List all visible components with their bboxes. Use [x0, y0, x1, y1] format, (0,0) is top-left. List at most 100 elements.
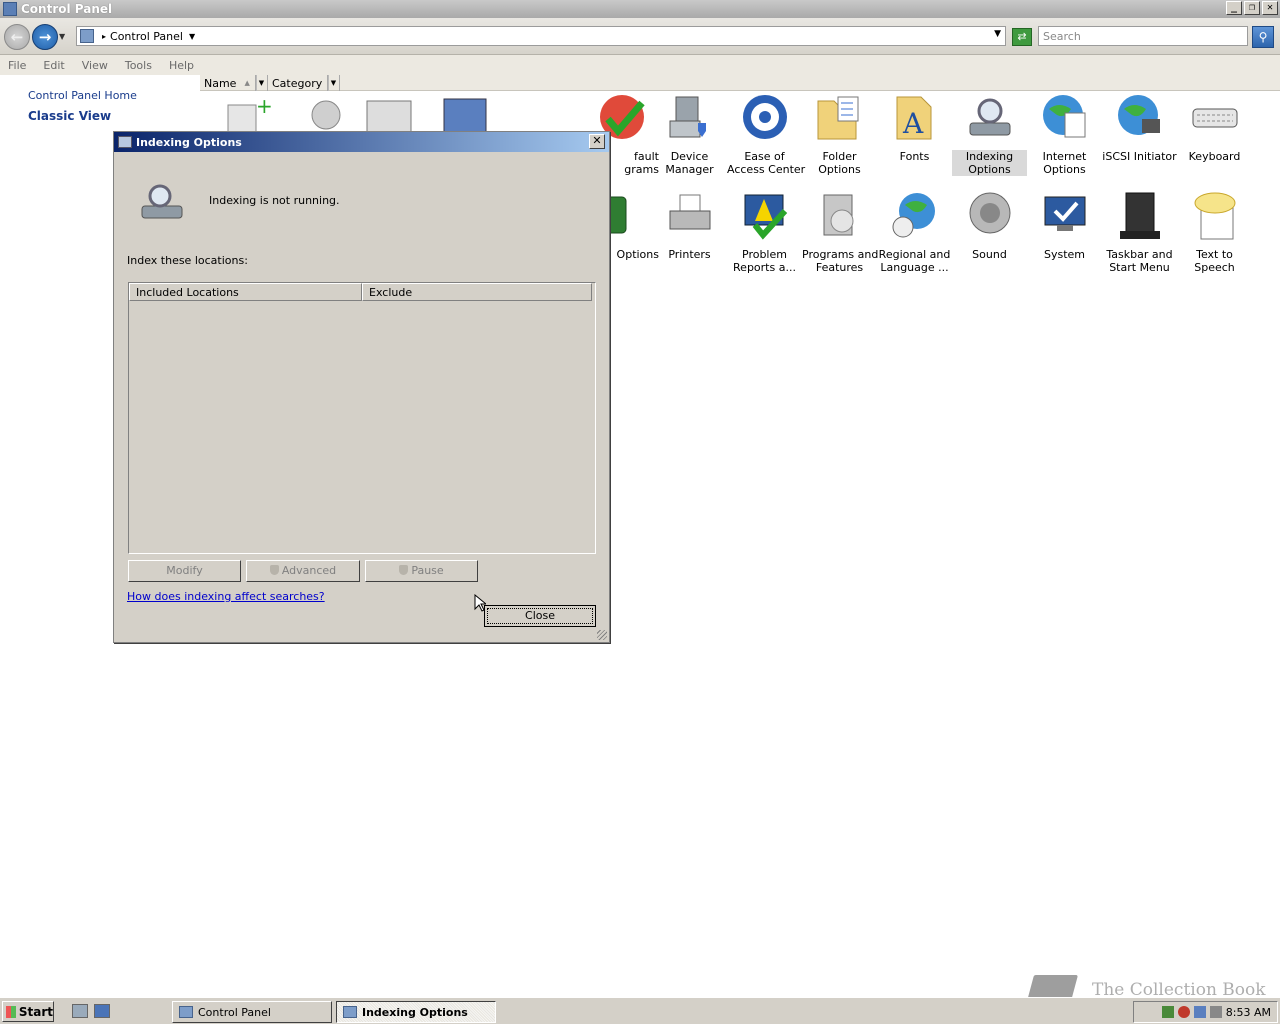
item-iscsi-initiator[interactable]: iSCSI Initiator: [1102, 93, 1177, 163]
item-ease-of-access[interactable]: Ease of Access Center: [727, 93, 805, 176]
address-dropdown-icon[interactable]: ▼: [994, 29, 1001, 39]
item-printers[interactable]: Printers: [652, 191, 727, 261]
menu-edit[interactable]: Edit: [43, 59, 64, 72]
address-field[interactable]: ▸ Control Panel ▼ ▼: [76, 26, 1006, 46]
menu-view[interactable]: View: [82, 59, 108, 72]
item-sound[interactable]: Sound: [952, 191, 1027, 261]
indexing-status-icon: [141, 184, 183, 219]
item-label: Folder Options: [818, 150, 861, 176]
item-label: System: [1043, 248, 1086, 261]
address-toolbar: ← → ▼ ▸ Control Panel ▼ ▼ ⇄ Search ⚲: [0, 18, 1280, 55]
item-indexing-options[interactable]: Indexing Options: [952, 93, 1027, 176]
iscsi-initiator-icon: [1117, 95, 1160, 135]
programs-features-icon: [823, 194, 853, 236]
filter-dropdown-icon: ▼: [328, 75, 338, 91]
internet-options-icon: [1042, 95, 1085, 138]
forward-arrow-icon: →: [38, 28, 52, 46]
taskbar-item-control-panel[interactable]: Control Panel: [172, 1001, 332, 1023]
window-titlebar[interactable]: Control Panel _ ❐ ✕: [0, 0, 1280, 18]
search-input[interactable]: Search: [1038, 26, 1248, 46]
advanced-button[interactable]: Advanced: [246, 560, 360, 582]
display-icon[interactable]: [1193, 1006, 1206, 1018]
classic-view-link[interactable]: Classic View: [28, 109, 111, 123]
device-manager-icon: [669, 96, 706, 138]
item-label: Sound: [972, 248, 1007, 261]
item-taskbar-start-menu[interactable]: Taskbar and Start Menu: [1102, 191, 1177, 274]
column-exclude[interactable]: Exclude: [362, 283, 592, 301]
indexing-options-icon: [118, 136, 132, 148]
item-device-manager[interactable]: Device Manager: [652, 93, 727, 176]
back-arrow-icon: ←: [10, 28, 24, 46]
filter-dropdown-icon: ▼: [256, 75, 266, 91]
restore-button[interactable]: ❐: [1244, 1, 1260, 15]
svg-text:+: +: [256, 95, 273, 118]
item-label: iSCSI Initiator: [1102, 150, 1177, 163]
close-button[interactable]: Close: [484, 605, 596, 627]
column-name[interactable]: Name ▲: [200, 75, 256, 91]
item-text-to-speech[interactable]: Text to Speech: [1177, 191, 1252, 274]
item-label: Taskbar and Start Menu: [1106, 248, 1173, 274]
column-name-filter[interactable]: ▼: [256, 75, 268, 91]
menu-bar: File Edit View Tools Help: [0, 55, 1280, 75]
start-label: Start: [18, 1004, 53, 1019]
window-controls: _ ❐ ✕: [1226, 1, 1278, 15]
refresh-button[interactable]: ⇄: [1012, 28, 1032, 46]
uac-shield-icon: [399, 565, 409, 575]
search-button[interactable]: ⚲: [1252, 26, 1274, 48]
column-included-locations[interactable]: Included Locations: [129, 283, 362, 301]
system-icon: [1044, 196, 1085, 231]
item-keyboard[interactable]: Keyboard: [1177, 93, 1252, 163]
show-desktop-icon[interactable]: [94, 1004, 110, 1018]
item-fonts[interactable]: A Fonts: [877, 93, 952, 163]
item-label: Programs and Features: [802, 248, 879, 274]
uac-shield-icon: [269, 565, 279, 575]
menu-file[interactable]: File: [8, 59, 26, 72]
menu-help[interactable]: Help: [169, 59, 194, 72]
resize-grip-icon[interactable]: [597, 630, 607, 640]
control-panel-home-link[interactable]: Control Panel Home: [28, 89, 137, 102]
folder-options-icon: [817, 96, 858, 140]
indexing-options-icon: [343, 1006, 357, 1018]
security-alert-icon[interactable]: [1177, 1006, 1190, 1018]
item-label: Keyboard: [1188, 150, 1241, 163]
clock[interactable]: 8:53 AM: [1226, 1006, 1271, 1019]
minimize-button[interactable]: _: [1226, 1, 1242, 15]
indexing-help-link[interactable]: How does indexing affect searches?: [127, 590, 325, 603]
column-category[interactable]: Category: [268, 75, 328, 91]
taskbar-item-indexing-options[interactable]: Indexing Options: [336, 1001, 496, 1023]
sort-ascending-icon: ▲: [244, 79, 250, 87]
breadcrumb-dropdown-icon[interactable]: ▼: [189, 32, 195, 41]
item-problem-reports[interactable]: Problem Reports a...: [727, 191, 802, 274]
control-panel-icon: [179, 1006, 193, 1018]
start-button[interactable]: Start: [2, 1001, 54, 1022]
menu-tools[interactable]: Tools: [125, 59, 152, 72]
pause-button[interactable]: Pause: [365, 560, 478, 582]
breadcrumb-control-panel[interactable]: Control Panel: [110, 30, 183, 43]
volume-muted-icon[interactable]: [1209, 1006, 1222, 1018]
forward-button[interactable]: →: [32, 24, 58, 50]
dialog-close-icon[interactable]: ✕: [589, 134, 605, 149]
fonts-icon: A: [896, 96, 931, 140]
back-button[interactable]: ←: [4, 24, 30, 50]
item-folder-options[interactable]: Folder Options: [802, 93, 877, 176]
close-window-button[interactable]: ✕: [1262, 1, 1278, 15]
item-programs-features[interactable]: Programs and Features: [802, 191, 879, 274]
item-regional-language[interactable]: Regional and Language ...: [877, 191, 952, 274]
task-label: Indexing Options: [362, 1005, 468, 1019]
network-icon[interactable]: [1161, 1006, 1174, 1018]
item-internet-options[interactable]: Internet Options: [1027, 93, 1102, 176]
included-locations-list[interactable]: Included Locations Exclude: [128, 282, 596, 554]
history-dropdown-icon[interactable]: ▼: [59, 32, 65, 41]
dialog-title: Indexing Options: [136, 135, 242, 149]
item-system[interactable]: System: [1027, 191, 1102, 261]
advanced-button-label: Advanced: [281, 564, 337, 577]
column-category-filter[interactable]: ▼: [328, 75, 340, 91]
window-title: Control Panel: [21, 2, 113, 16]
item-label: Device Manager: [665, 150, 714, 176]
windows-logo-icon: [6, 1005, 16, 1018]
modify-button[interactable]: Modify: [128, 560, 241, 582]
column-headers: Name ▲ ▼ Category ▼: [200, 75, 1280, 91]
server-manager-icon[interactable]: [72, 1004, 88, 1018]
breadcrumb-separator-icon[interactable]: ▸: [102, 32, 106, 41]
dialog-titlebar[interactable]: Indexing Options ✕: [114, 132, 609, 152]
